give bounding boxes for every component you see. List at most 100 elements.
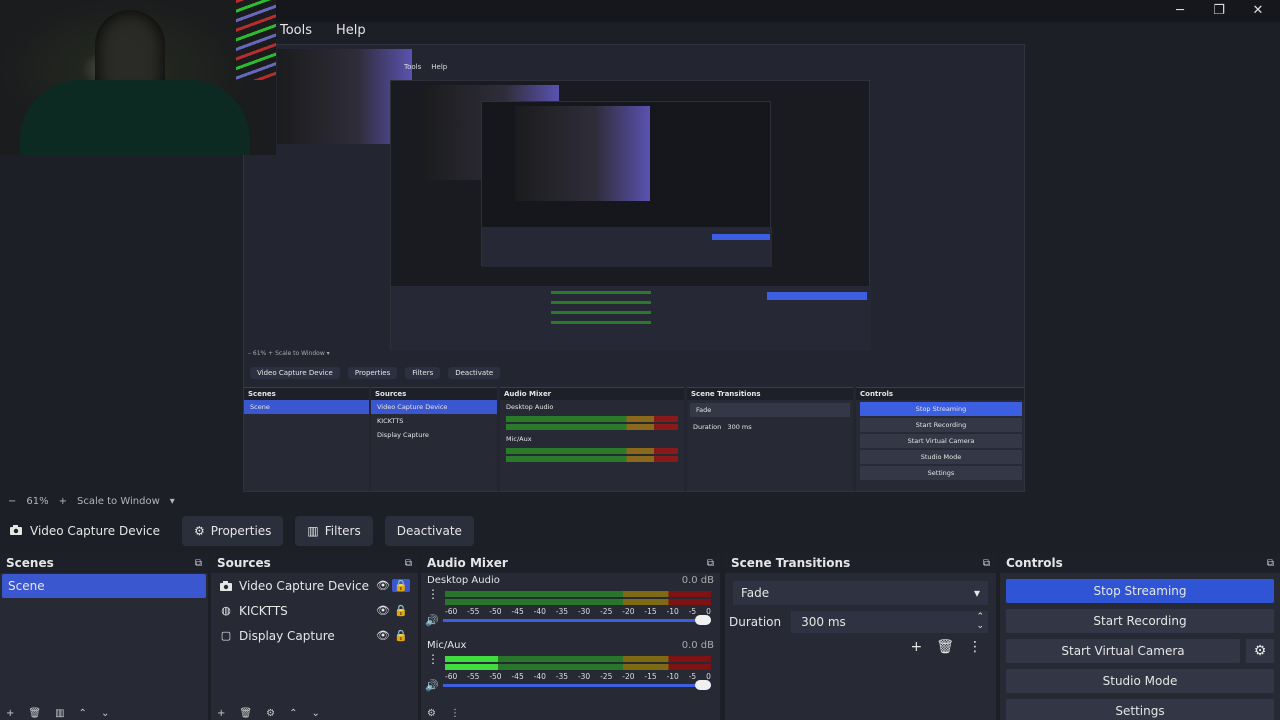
source-toolbar: Video Capture Device ⚙ Properties ▥ Filt… (0, 514, 1280, 548)
kebab-menu-icon[interactable]: ⋮ (427, 653, 439, 665)
chevron-down-icon[interactable]: ⌄ (101, 708, 109, 719)
add-icon[interactable]: + (6, 708, 14, 719)
monitor-icon: ▢ (220, 629, 232, 642)
start-virtual-camera-button[interactable]: Start Virtual Camera (1006, 639, 1240, 663)
chevron-down-icon[interactable]: ⌄ (311, 708, 319, 719)
restore-button[interactable]: ❐ (1199, 0, 1239, 20)
sources-dock: Sources ⧉ Video Capture Device 👁 🔒 ◍ KIC… (211, 553, 418, 720)
trash-icon[interactable]: 🗑 (936, 639, 954, 655)
nested-duration-value: 300 ms (727, 423, 752, 431)
mixer-channel-mic: Mic/Aux 0.0 dB ⋮ -60 -55 -50 -45 -40 -35 -30 -2… (421, 638, 720, 703)
chevron-up-icon[interactable]: ⌃ (79, 708, 87, 719)
transitions-title: Scene Transitions (731, 556, 851, 570)
filters-button[interactable]: ▥ Filters (295, 516, 373, 546)
nested-source: Video Capture Device (371, 400, 497, 414)
undock-icon[interactable]: ⧉ (405, 558, 412, 569)
nested-fade: Fade (690, 403, 850, 417)
duration-value: 300 ms (801, 615, 846, 629)
gear-icon[interactable]: ⚙ (427, 708, 436, 719)
nested-menu-tools: Tools (404, 63, 422, 71)
sources-title: Sources (217, 556, 271, 570)
close-button[interactable]: ✕ (1238, 0, 1278, 20)
nested-toolbar-properties: Properties (347, 367, 398, 379)
settings-button[interactable]: Settings (1006, 699, 1274, 720)
add-icon[interactable]: + (910, 639, 922, 655)
lock-icon[interactable]: 🔒 (392, 629, 410, 642)
minimize-button[interactable]: ─ (1160, 0, 1200, 20)
selected-source: Video Capture Device (10, 524, 170, 538)
gear-icon: ⚙ (194, 524, 205, 538)
volume-slider[interactable] (443, 614, 711, 625)
menu-help[interactable]: Help (332, 20, 370, 42)
undock-icon[interactable]: ⧉ (1267, 558, 1274, 569)
add-icon[interactable]: + (217, 708, 225, 719)
nested-transitions-title: Scene Transitions (687, 388, 853, 400)
nested-scenes: Scenes Scene (244, 387, 369, 491)
trash-icon[interactable]: 🗑 (239, 708, 252, 719)
kebab-menu-icon[interactable]: ⋮ (427, 588, 439, 600)
transition-selected: Fade (741, 586, 770, 600)
studio-mode-button[interactable]: Studio Mode (1006, 669, 1274, 693)
eye-icon[interactable]: 👁 (374, 579, 392, 592)
source-label: KICKTTS (239, 603, 288, 618)
eye-icon[interactable]: 👁 (374, 604, 392, 617)
nested-controls-title: Controls (856, 388, 1024, 400)
start-recording-button[interactable]: Start Recording (1006, 609, 1274, 633)
filter-icon[interactable]: ▥ (55, 708, 64, 719)
trash-icon[interactable]: 🗑 (28, 708, 41, 719)
stop-streaming-button[interactable]: Stop Streaming (1006, 579, 1274, 603)
sources-dock-title: Sources ⧉ (211, 553, 418, 573)
nested-source: Display Capture (377, 431, 429, 439)
eye-icon[interactable]: 👁 (374, 629, 392, 642)
nested-stop-3 (712, 234, 770, 240)
scenes-title: Scenes (6, 556, 54, 570)
channel-name: Desktop Audio (427, 575, 500, 586)
speaker-icon[interactable]: 🔊 (425, 679, 443, 692)
deactivate-label: Deactivate (396, 524, 462, 538)
volume-slider[interactable] (443, 679, 711, 690)
source-item[interactable]: ▢ Display Capture 👁 🔒 (213, 623, 416, 648)
controls-dock-title: Controls ⧉ (1000, 553, 1280, 573)
camera-icon (10, 524, 22, 538)
nested-scale: – 61% + Scale to Window ▾ (248, 350, 330, 357)
undock-icon[interactable]: ⧉ (983, 558, 990, 569)
menu-tools[interactable]: Tools (276, 20, 316, 42)
duration-spinbox[interactable]: 300 ms ⌃ ⌄ (791, 611, 988, 633)
nested-mixer-channel: Mic/Aux (506, 435, 532, 443)
source-item[interactable]: ◍ KICKTTS 👁 🔒 (213, 598, 416, 623)
gear-icon[interactable]: ⚙ (1246, 639, 1274, 663)
mixer-title: Audio Mixer (427, 556, 508, 570)
scale-mode[interactable]: Scale to Window (77, 496, 160, 507)
zoom-in-button[interactable]: + (59, 496, 67, 507)
zoom-bar: − 61% + Scale to Window ▾ (0, 494, 1280, 508)
source-label: Video Capture Device (239, 578, 370, 593)
gear-icon[interactable]: ⚙ (266, 708, 275, 719)
channel-db: 0.0 dB (681, 640, 714, 651)
transitions-dock-title: Scene Transitions ⧉ (725, 553, 996, 573)
chevron-down-icon[interactable]: ▾ (170, 496, 175, 507)
chevron-up-icon[interactable]: ⌃ (289, 708, 297, 719)
kebab-menu-icon[interactable]: ⋮ (450, 708, 460, 719)
nested-control: Start Virtual Camera (860, 434, 1022, 448)
scene-transitions-dock: Scene Transitions ⧉ Fade ▾ Duration 300 … (725, 553, 996, 720)
camera-icon (219, 579, 233, 593)
deactivate-button[interactable]: Deactivate (384, 516, 474, 546)
controls-dock: Controls ⧉ Stop Streaming Start Recordin… (1000, 553, 1280, 720)
undock-icon[interactable]: ⧉ (707, 558, 714, 569)
browser-icon: ◍ (221, 604, 231, 617)
lock-icon[interactable]: 🔒 (392, 604, 410, 617)
volume-meter: -60 -55 -50 -45 -40 -35 -30 -25 -20 -15 -10 -5 0 (445, 591, 711, 616)
lock-icon[interactable]: 🔒 (392, 579, 410, 592)
transition-select[interactable]: Fade ▾ (733, 581, 988, 605)
scene-item[interactable]: Scene (2, 574, 206, 598)
nested-toolbar-deactivate: Deactivate (448, 367, 501, 379)
nested-toolbar-source: Video Capture Device (250, 367, 340, 379)
spin-arrows-icon[interactable]: ⌃ ⌄ (976, 613, 984, 631)
source-item[interactable]: Video Capture Device 👁 🔒 (213, 573, 416, 598)
speaker-icon[interactable]: 🔊 (425, 614, 443, 627)
zoom-out-button[interactable]: − (8, 496, 16, 507)
properties-button[interactable]: ⚙ Properties (182, 516, 284, 546)
kebab-menu-icon[interactable]: ⋮ (968, 639, 982, 655)
undock-icon[interactable]: ⧉ (195, 558, 202, 569)
source-label: Display Capture (239, 628, 335, 643)
